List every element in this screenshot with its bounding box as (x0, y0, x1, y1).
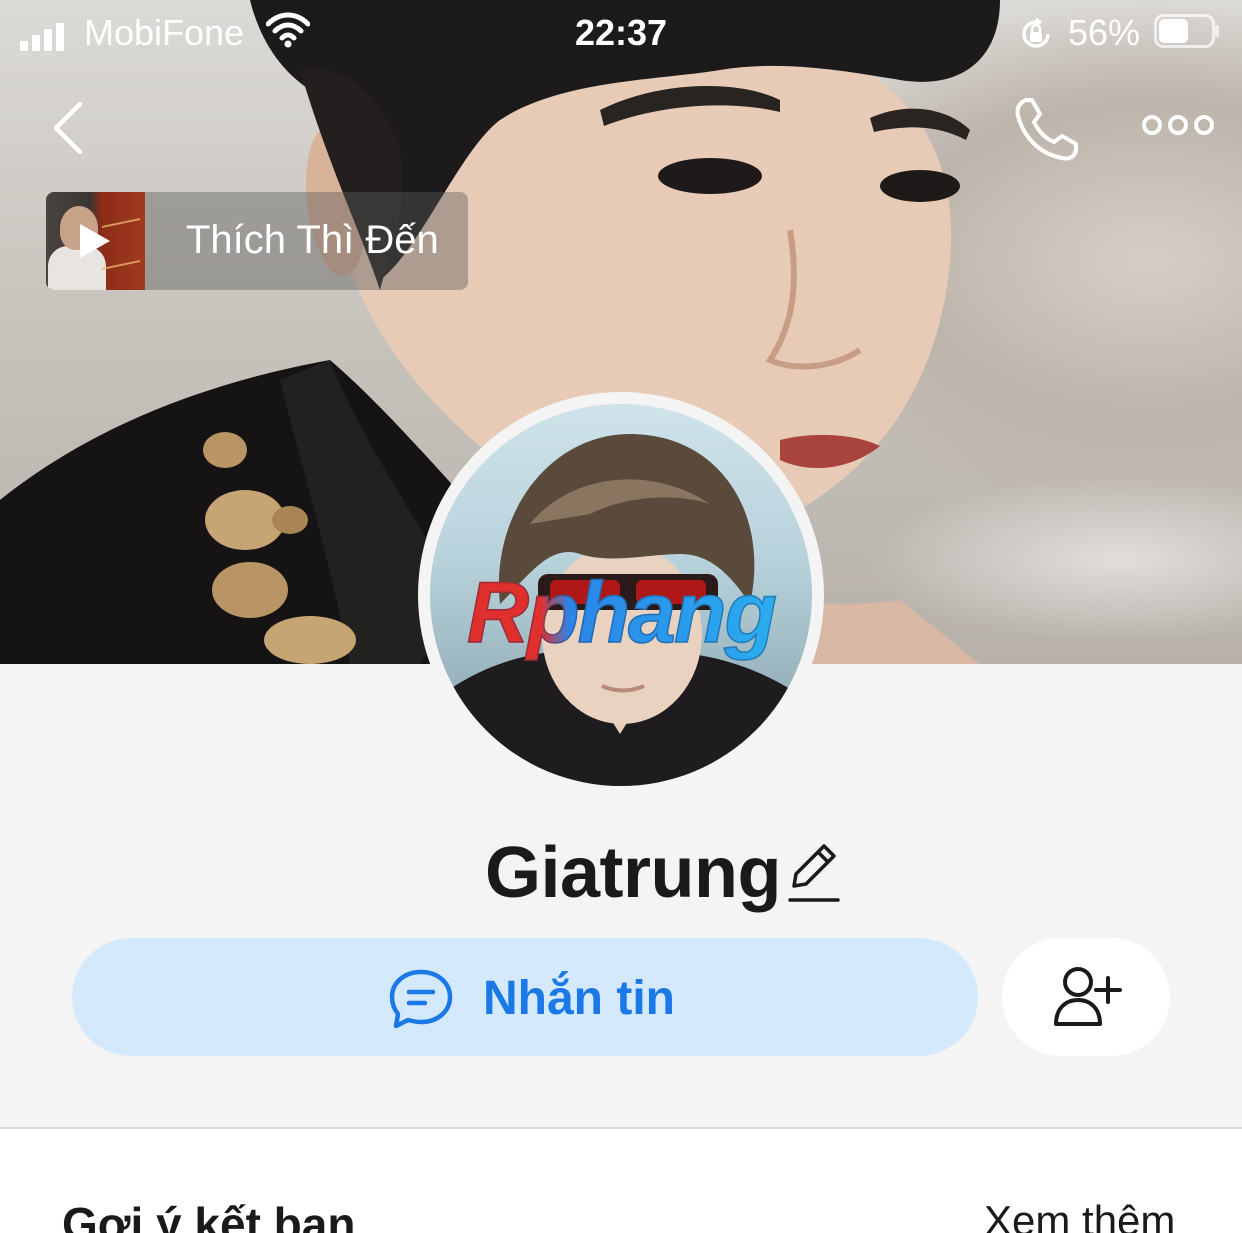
chevron-left-icon (53, 101, 83, 155)
avatar-image: Rphang (430, 404, 812, 786)
edit-name-button[interactable] (786, 842, 840, 904)
profile-music-player[interactable]: Thích Thì Đến (46, 192, 468, 290)
battery-percent: 56% (1068, 12, 1141, 53)
chat-bubble-icon (388, 968, 454, 1030)
battery-icon (1154, 14, 1220, 57)
pencil-icon (788, 844, 840, 902)
message-button-label: Nhắn tin (483, 972, 675, 1025)
add-user-icon (1052, 964, 1122, 1028)
play-icon[interactable] (80, 224, 110, 258)
more-horizontal-icon (1142, 115, 1214, 135)
profile-screen: MobiFone 22:37 56% Thích Thì Đến Rphang … (0, 0, 1242, 1233)
more-options-button[interactable] (1140, 110, 1216, 140)
music-cover-thumbnail (46, 192, 145, 290)
avatar[interactable]: Rphang (418, 392, 824, 798)
add-friend-button[interactable] (1002, 938, 1170, 1056)
friend-suggestions-section: Gợi ý kết bạn Xem thêm (0, 1129, 1242, 1233)
back-button[interactable] (46, 98, 96, 158)
call-button[interactable] (1012, 94, 1082, 164)
phone-icon (1015, 98, 1078, 161)
music-title: Thích Thì Đến (186, 218, 439, 262)
profile-name: Giatrung (485, 833, 782, 913)
profile-name-row: Giatrung (0, 832, 1242, 922)
friend-suggestions-title: Gợi ý kết bạn (62, 1198, 356, 1233)
message-button[interactable]: Nhắn tin (72, 938, 978, 1056)
see-more-link[interactable]: Xem thêm (984, 1197, 1175, 1233)
avatar-watermark-text: Rphang (438, 564, 804, 663)
status-bar: MobiFone 22:37 56% (0, 0, 1242, 64)
status-time: 22:37 (574, 12, 668, 53)
rotation-lock-icon (1018, 16, 1054, 61)
